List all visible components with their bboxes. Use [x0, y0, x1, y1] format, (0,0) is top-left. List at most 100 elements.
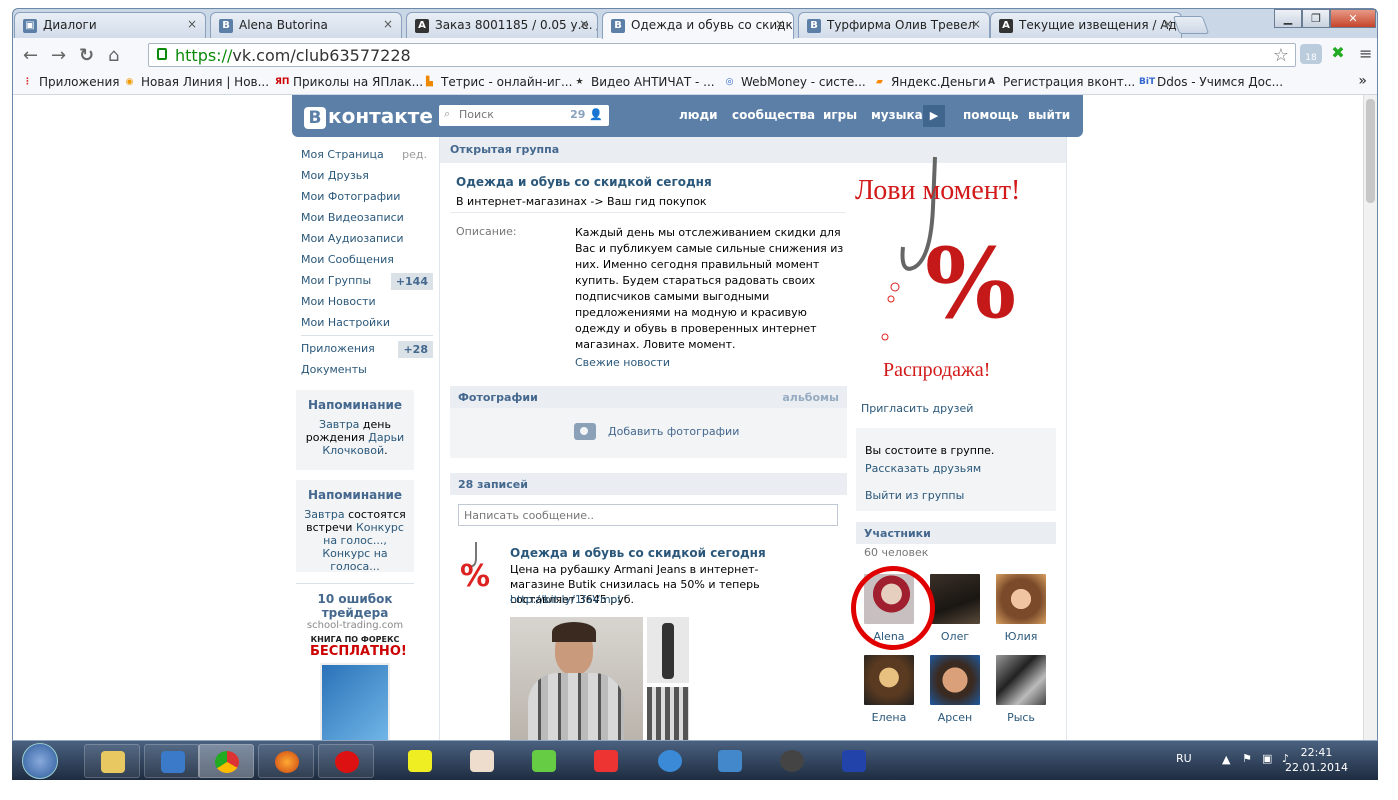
fresh-news-link[interactable]: Свежие новости — [575, 356, 670, 369]
post-author-avatar[interactable]: % — [454, 540, 498, 594]
nav-videos[interactable]: Мои Видеозаписи — [301, 207, 433, 228]
tab-4[interactable]: B Одежда и обувь со скидк × — [602, 12, 794, 39]
nav-settings[interactable]: Мои Настройки — [301, 312, 433, 333]
vk-logo[interactable]: Вконтакте — [304, 104, 433, 129]
nav-my-page[interactable]: Моя Страница ред. — [301, 144, 433, 165]
member-arsen[interactable]: Арсен — [926, 655, 984, 724]
language-indicator[interactable]: RU — [1176, 752, 1192, 765]
reload-icon[interactable]: ↻ — [79, 45, 94, 66]
bookmark-6[interactable]: ◎ WebMoney - систе... — [723, 75, 866, 89]
show-hidden-icon[interactable]: ▲ — [1222, 753, 1230, 766]
close-tab-icon[interactable]: × — [187, 17, 197, 31]
search-input[interactable]: ⌕ Поиск 29 👤 — [439, 105, 609, 126]
clock[interactable]: 22:41 22.01.2014 — [1285, 745, 1348, 775]
menu-music[interactable]: музыка — [871, 108, 923, 122]
menu-games[interactable]: игры — [823, 108, 857, 122]
app-task[interactable] — [454, 744, 510, 778]
tab-2[interactable]: B Alena Butorina × — [210, 12, 402, 38]
home-icon[interactable]: ⌂ — [108, 45, 119, 66]
media-task[interactable] — [144, 744, 200, 778]
bookmark-7[interactable]: ▰ Яндекс.Деньги — [873, 75, 986, 89]
close-tab-icon[interactable]: × — [1163, 17, 1173, 31]
opera-task[interactable] — [318, 744, 374, 778]
app-task[interactable] — [392, 744, 448, 778]
edit-link[interactable]: ред. — [402, 144, 427, 165]
app-task[interactable] — [702, 744, 758, 778]
app-task[interactable] — [516, 744, 572, 778]
firefox-task[interactable] — [258, 744, 314, 778]
nav-photos[interactable]: Мои Фотографии — [301, 186, 433, 207]
add-photos-button[interactable]: Добавить фотографии — [450, 408, 847, 458]
tab-3[interactable]: A Заказ 8001185 / 0.05 у.е. / × — [406, 12, 598, 38]
nav-audio[interactable]: Мои Аудиозаписи — [301, 228, 433, 249]
nav-docs[interactable]: Документы — [301, 359, 433, 380]
bookmark-3[interactable]: ЯП Приколы на ЯПлак... — [275, 75, 423, 89]
nav-groups[interactable]: Мои Группы +144 — [301, 270, 433, 291]
leave-group-link[interactable]: Выйти из группы — [865, 487, 1056, 505]
tab-6[interactable]: A Текущие извещения / Ад × — [990, 12, 1182, 38]
tab-1[interactable]: ▣ Диалоги × — [14, 12, 206, 38]
member-rys[interactable]: Рысь — [992, 655, 1050, 724]
groups-badge[interactable]: +144 — [390, 273, 433, 290]
network-icon[interactable]: ▣ — [1262, 752, 1272, 765]
post-photo-3[interactable] — [647, 687, 689, 741]
bookmark-8[interactable]: A Регистрация вконт... — [985, 75, 1135, 89]
more-bookmarks-icon[interactable]: » — [1358, 73, 1367, 89]
bookmark-9[interactable]: BiT Ddos - Учимся Дос... — [1139, 75, 1283, 89]
steam-task[interactable] — [764, 744, 820, 778]
post-photo-main[interactable] — [510, 617, 643, 741]
post-author[interactable]: Одежда и обувь со скидкой сегодня — [510, 546, 766, 560]
menu-communities[interactable]: сообщества — [732, 108, 815, 122]
app-task[interactable] — [642, 744, 698, 778]
bookmark-4[interactable]: ▙ Тетрис - онлайн-иг... — [423, 75, 572, 89]
scrollbar-thumb[interactable] — [1366, 99, 1375, 203]
back-icon[interactable]: ← — [23, 45, 38, 66]
nav-news[interactable]: Мои Новости — [301, 291, 433, 312]
bookmark-2[interactable]: ◉ Новая Линия | Нов... — [123, 75, 270, 89]
address-bar[interactable]: https://vk.com/club63577228 ☆ — [148, 43, 1296, 67]
albums-link[interactable]: альбомы — [782, 391, 839, 404]
new-tab-button[interactable] — [1172, 16, 1210, 34]
invite-friends-link[interactable]: Пригласить друзей — [861, 402, 973, 415]
explorer-task[interactable] — [84, 744, 140, 778]
extension-icon[interactable]: 18 — [1300, 44, 1322, 64]
photos-header[interactable]: Фотографии альбомы — [450, 386, 847, 408]
app-task[interactable] — [578, 744, 634, 778]
tell-friends-link[interactable]: Рассказать друзьям — [865, 460, 1056, 478]
page-scrollbar[interactable] — [1363, 95, 1377, 741]
menu-icon[interactable]: ≡ — [1359, 44, 1372, 63]
close-tab-icon[interactable]: × — [579, 17, 589, 31]
maximize-button[interactable]: ❐ — [1302, 9, 1330, 28]
close-tab-icon[interactable]: × — [383, 17, 393, 31]
menu-help[interactable]: помощь — [963, 108, 1018, 122]
forward-icon[interactable]: → — [51, 45, 66, 66]
bookmark-5[interactable]: ★ Видео АНТИЧАТ - ... — [573, 75, 714, 89]
start-button[interactable] — [22, 743, 58, 779]
wall-post-input[interactable]: Написать сообщение.. — [458, 504, 838, 526]
menu-logout[interactable]: выйти — [1028, 108, 1070, 122]
post-link[interactable]: http://bit.ly/1faVmoI — [510, 593, 621, 606]
close-window-button[interactable]: ✕ — [1330, 9, 1376, 28]
group-cover-image[interactable]: Лови момент! % Распродажа! — [855, 147, 1055, 387]
flag-icon[interactable]: ⚑ — [1242, 752, 1252, 765]
close-tab-icon[interactable]: × — [971, 17, 981, 31]
login-extension-icon[interactable]: ✖ — [1327, 43, 1349, 65]
chrome-task[interactable] — [198, 744, 254, 778]
tab-5[interactable]: B Турфирма Олив Тревел × — [798, 12, 990, 38]
bookmark-star-icon[interactable]: ☆ — [1273, 45, 1289, 66]
member-yulia[interactable]: Юлия — [992, 574, 1050, 643]
app-task[interactable] — [826, 744, 882, 778]
post-photo-2[interactable] — [647, 617, 689, 683]
nav-messages[interactable]: Мои Сообщения — [301, 249, 433, 270]
nav-friends[interactable]: Мои Друзья — [301, 165, 433, 186]
menu-people[interactable]: люди — [679, 108, 718, 122]
sidebar-ad[interactable]: 10 ошибок трейдера school-trading.com КН… — [296, 583, 414, 741]
bookmark-1[interactable]: ⋮ Приложения — [21, 75, 120, 89]
apps-badge[interactable]: +28 — [398, 341, 433, 358]
nav-apps[interactable]: Приложения +28 — [301, 338, 433, 359]
member-elena[interactable]: Елена — [860, 655, 918, 724]
close-tab-icon[interactable]: × — [775, 17, 785, 31]
minimize-button[interactable]: ▁ — [1274, 9, 1302, 28]
online-count[interactable]: 29 👤 — [570, 108, 603, 121]
participants-header[interactable]: Участники — [856, 522, 1056, 544]
